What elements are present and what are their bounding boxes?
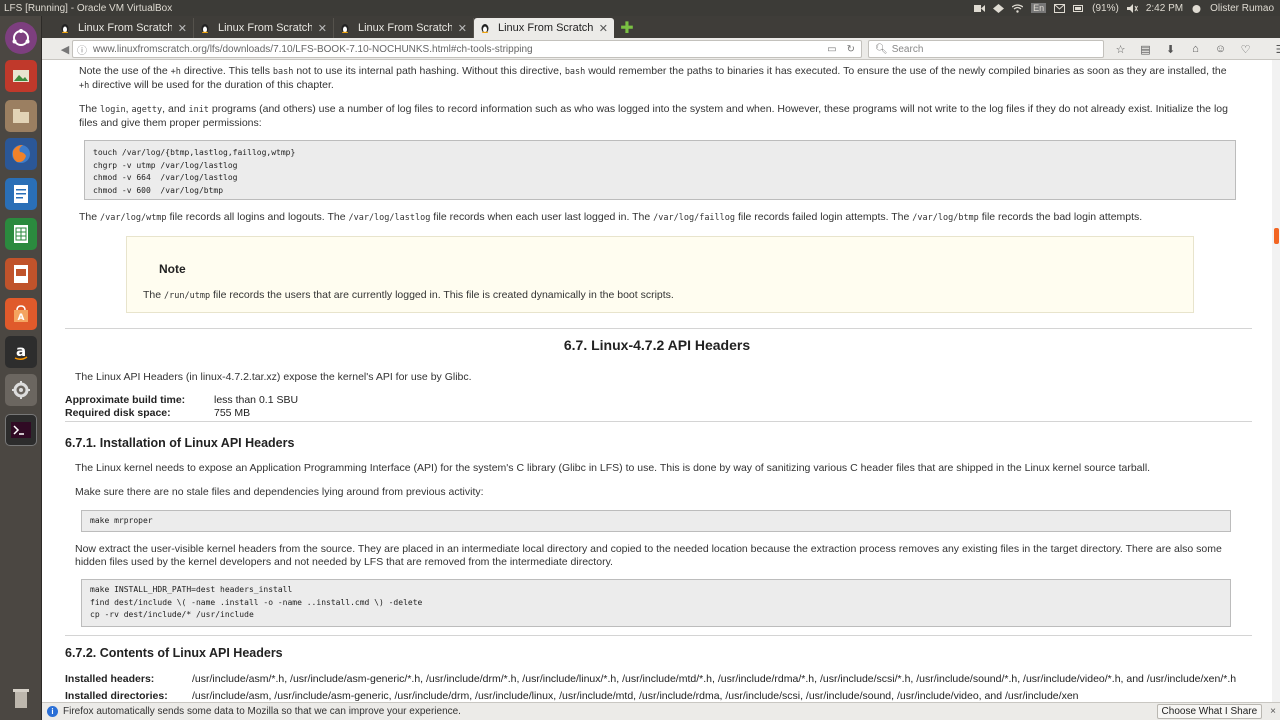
tux-icon [200,23,210,34]
svg-text:a: a [16,342,26,360]
calc-icon[interactable] [5,218,37,250]
top-panel: LFS [Running] - Oracle VM VirtualBox En … [0,0,1280,16]
install-paragraph-1: The Linux kernel needs to expose an Appl… [75,462,1151,474]
hello-icon[interactable]: ☺ [1208,40,1233,58]
wifi-icon[interactable] [1011,3,1024,13]
tab-2[interactable]: Linux From Scratch ✕ [194,18,334,38]
reader-view-icon[interactable]: ▭ [827,44,836,55]
section-intro: The Linux API Headers (in linux-4.7.2.ta… [75,371,472,383]
choose-what-i-share-button[interactable]: Choose What I Share [1156,704,1263,719]
close-icon[interactable]: ✕ [458,22,467,35]
installed-headers-value: /usr/include/asm/*.h, /usr/include/asm-g… [192,673,1237,685]
reload-icon[interactable]: ↻ [847,44,855,55]
search-icon: 🔍︎ [875,43,888,55]
code-block-install: make INSTALL_HDR_PATH=dest headers_insta… [81,579,1231,627]
notification-message: Firefox automatically sends some data to… [63,706,461,717]
apple-icon [1191,4,1202,13]
impress-icon[interactable] [5,258,37,290]
info-icon[interactable]: ⓘ [77,42,87,57]
download-icon[interactable]: ⬇ [1158,40,1183,58]
tab-4-active[interactable]: Linux From Scratch ✕ [474,18,614,38]
contents-title: 6.7.2. Contents of Linux API Headers [65,646,283,660]
terminal-icon[interactable] [5,414,37,446]
dropbox-icon[interactable] [993,3,1005,13]
build-time-value: less than 0.1 SBU [214,394,299,406]
divider [65,328,1252,329]
clock[interactable]: 2:42 PM [1146,3,1183,14]
install-paragraph-3: Now extract the user-visible kernel head… [75,543,1222,568]
bookmark-star-icon[interactable]: ☆ [1108,40,1133,58]
battery-level: (91%) [1092,2,1119,14]
disk-space-value: 755 MB [214,407,251,419]
launcher: A a [0,16,42,720]
home-icon[interactable]: ⌂ [1183,40,1208,58]
code-block-logs: touch /var/log/{btmp,lastlog,faillog,wtm… [84,140,1236,200]
paragraph-wtmp: The /var/log/wtmp file records all login… [79,211,1143,223]
keyboard-layout[interactable]: En [1031,3,1047,13]
install-title: 6.7.1. Installation of Linux API Headers [65,436,295,450]
close-icon[interactable]: ✕ [178,22,187,35]
firefox-icon[interactable] [5,138,37,170]
tux-icon [340,23,350,34]
search-input[interactable]: 🔍︎ Search [868,40,1104,58]
menu-icon[interactable]: ☰ [1268,40,1280,58]
battery-icon[interactable] [1073,4,1084,13]
tux-icon [60,23,70,34]
image-viewer-icon[interactable] [5,60,37,92]
tab-bar: Linux From Scratch ✕ Linux From Scratch … [42,16,1280,38]
tab-label: Linux From Scratch [498,22,593,34]
notification-bar: i Firefox automatically sends some data … [42,702,1280,720]
close-icon[interactable]: ✕ [599,22,608,35]
mail-icon[interactable] [1054,3,1066,13]
files-icon[interactable] [5,100,37,132]
code-block-mrproper: make mrproper [81,510,1231,532]
writer-icon[interactable] [5,178,37,210]
user-name[interactable]: Olister Rumao [1210,3,1274,14]
tab-1[interactable]: Linux From Scratch ✕ [54,18,194,38]
disk-space-label: Required disk space: [65,407,171,419]
svg-text:A: A [18,313,25,323]
divider [65,635,1252,636]
tux-icon [480,23,490,34]
bookmarks-icon[interactable]: ▤ [1133,40,1158,58]
tab-label: Linux From Scratch [218,22,312,34]
build-time-label: Approximate build time: [65,394,186,406]
scrollbar[interactable] [1272,60,1280,702]
info-icon: i [47,706,58,717]
paragraph-login: The login, agetty, and init programs (an… [79,103,1228,129]
paragraph-hash: Note the use of the +h directive. This t… [79,65,1227,91]
installed-dirs-label: Installed directories: [65,690,168,702]
trash-icon[interactable] [5,682,37,714]
window-title: LFS [Running] - Oracle VM VirtualBox [4,2,173,14]
note-title: Note [159,262,186,276]
tab-label: Linux From Scratch [358,22,452,34]
installed-dirs-value: /usr/include/asm, /usr/include/asm-gener… [192,690,1079,702]
settings-icon[interactable] [5,374,37,406]
close-icon[interactable]: ✕ [318,22,327,35]
install-paragraph-2: Make sure there are no stale files and d… [75,486,484,498]
note-text: The /run/utmp file records the users tha… [143,289,674,301]
scrollbar-thumb[interactable] [1274,228,1279,244]
toolbar: ☆ ▤ ⬇ ⌂ ☺ ♡ ☰ [1108,40,1280,58]
tab-label: Linux From Scratch [78,22,172,34]
note-box: Note The /run/utmp file records the user… [126,236,1194,313]
close-icon[interactable]: × [1270,706,1276,717]
url-text: www.linuxfromscratch.org/lfs/downloads/7… [93,43,533,55]
amazon-icon[interactable]: a [5,336,37,368]
search-placeholder: Search [891,43,924,55]
url-bar[interactable]: ⓘ www.linuxfromscratch.org/lfs/downloads… [72,40,862,58]
nav-bar: ◀ ⓘ www.linuxfromscratch.org/lfs/downloa… [42,38,1280,60]
page-content: Note the use of the +h directive. This t… [42,60,1272,702]
ubuntu-dash-icon[interactable] [5,22,37,54]
section-title: 6.7. Linux-4.7.2 API Headers [563,337,751,353]
tab-3[interactable]: Linux From Scratch ✕ [334,18,474,38]
divider [65,421,1252,422]
pocket-icon[interactable]: ♡ [1233,40,1258,58]
camera-icon[interactable] [974,4,986,13]
system-tray: En (91%) 2:42 PM Olister Rumao [974,3,1280,14]
installed-headers-label: Installed headers: [65,673,155,685]
volume-icon[interactable] [1126,3,1138,13]
new-tab-button[interactable]: ✚ [618,18,636,38]
software-center-icon[interactable]: A [5,298,37,330]
